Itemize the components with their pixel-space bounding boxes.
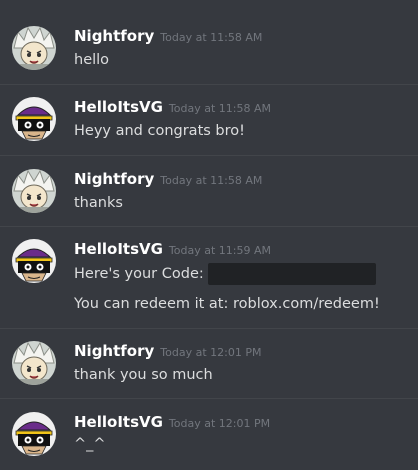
redacted-code xyxy=(207,263,376,285)
helloitsvg-avatar[interactable] xyxy=(12,239,56,283)
timestamp: Today at 11:58 AM xyxy=(168,102,271,115)
message-divider xyxy=(0,398,418,399)
timestamp: Today at 11:59 AM xyxy=(168,244,271,257)
message-text: Heyy and congrats bro! xyxy=(74,123,245,139)
message-header: Nightfory Today at 11:58 AM xyxy=(74,26,262,46)
code-label: Here's your Code: xyxy=(74,266,204,282)
nightfory-avatar-icon xyxy=(12,26,56,70)
username[interactable]: HelloItsVG xyxy=(74,413,163,431)
helloitsvg-avatar-icon xyxy=(12,239,56,283)
helloitsvg-avatar-icon xyxy=(12,412,56,456)
message-header: HelloItsVG Today at 12:01 PM xyxy=(74,412,270,432)
message-divider xyxy=(0,155,418,156)
message-divider xyxy=(0,226,418,227)
timestamp: Today at 12:01 PM xyxy=(160,346,262,359)
username[interactable]: Nightfory xyxy=(74,27,154,45)
nightfory-avatar-icon xyxy=(12,341,56,385)
message-text: ^_^ xyxy=(74,436,106,452)
message-divider xyxy=(0,84,418,85)
message-divider xyxy=(0,328,418,329)
message-header: Nightfory Today at 12:01 PM xyxy=(74,341,261,361)
message-text: Here's your Code: xyxy=(74,263,376,285)
nightfory-avatar[interactable] xyxy=(12,169,56,213)
message-text: You can redeem it at: roblox.com/redeem! xyxy=(74,296,380,312)
helloitsvg-avatar[interactable] xyxy=(12,97,56,141)
timestamp: Today at 11:58 AM xyxy=(160,31,263,44)
message-header: HelloItsVG Today at 11:59 AM xyxy=(74,239,271,259)
username[interactable]: HelloItsVG xyxy=(74,98,163,116)
message-header: HelloItsVG Today at 11:58 AM xyxy=(74,97,271,117)
timestamp: Today at 12:01 PM xyxy=(168,417,271,430)
nightfory-avatar[interactable] xyxy=(12,341,56,385)
username[interactable]: Nightfory xyxy=(74,342,154,360)
helloitsvg-avatar[interactable] xyxy=(12,412,56,456)
nightfory-avatar[interactable] xyxy=(12,26,56,70)
chat-messages: Nightfory Today at 11:58 AM hello HelloIt… xyxy=(0,0,418,470)
username[interactable]: HelloItsVG xyxy=(74,240,163,258)
message-text: thank you so much xyxy=(74,367,213,383)
nightfory-avatar-icon xyxy=(12,169,56,213)
username[interactable]: Nightfory xyxy=(74,170,154,188)
helloitsvg-avatar-icon xyxy=(12,97,56,141)
message-header: Nightfory Today at 11:58 AM xyxy=(74,169,262,189)
message-text: thanks xyxy=(74,195,123,211)
message-text: hello xyxy=(74,52,110,68)
timestamp: Today at 11:58 AM xyxy=(160,174,263,187)
